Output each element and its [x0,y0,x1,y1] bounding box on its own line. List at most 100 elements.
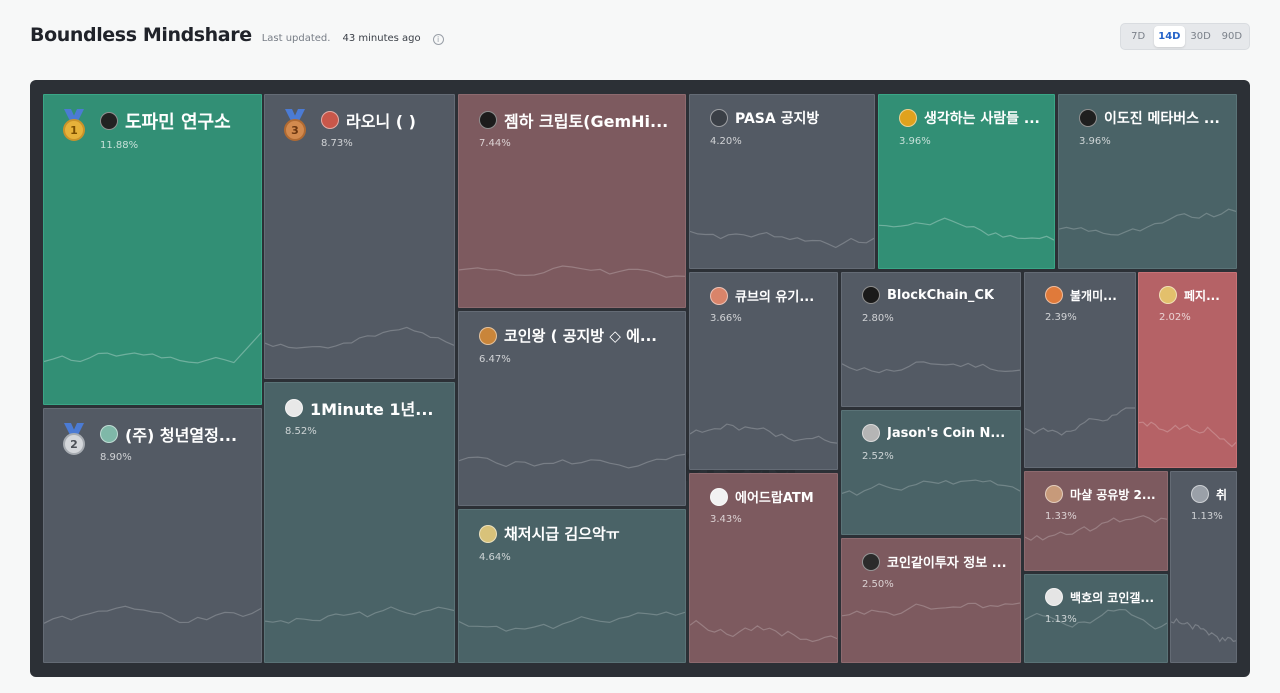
treemap-tile[interactable]: 불개미... 2.39% [1024,272,1136,468]
treemap-tile[interactable]: 큐브의 유기... 3.66% [689,272,838,470]
tile-header: 채저시급 김으악ㅠ [479,523,620,544]
sparkline-path [459,453,685,469]
sparkline-path [44,605,261,624]
tile-header: 페지... [1159,286,1220,304]
tile-mindshare-percent: 2.39% [1045,312,1077,323]
tile-sparkline [1025,407,1135,436]
tile-mindshare-percent: 6.47% [479,354,511,365]
tile-sparkline [879,217,1054,241]
info-icon[interactable]: i [432,34,444,45]
tile-mindshare-percent: 8.73% [321,138,353,149]
tile-header: 젬하 크립토(GemHi... [479,108,668,132]
tile-header: 1Minute 1년... [285,396,433,420]
range-30d-button[interactable]: 30D [1186,26,1216,47]
sparkline-path [1171,617,1236,643]
tile-sparkline [842,602,1020,617]
tile-name: 1Minute 1년... [310,400,434,419]
avatar [1079,109,1097,127]
avatar [710,286,728,305]
treemap-tile[interactable]: 젬하 크립토(GemHi... 7.44% [458,94,686,308]
treemap-tile[interactable]: 1 도파민 연구소 11.88% [43,94,262,405]
tile-header: 라오니 ( ) [321,108,416,132]
range-90d-button[interactable]: 90D [1217,26,1247,47]
avatar [321,111,339,129]
tile-name: (주) 청년열정... [125,426,238,445]
rank-medal-icon: 3 [283,109,307,141]
sparkline-path [842,602,1020,617]
sparkline-path [1025,515,1167,541]
tile-sparkline [1171,617,1236,643]
tile-sparkline [459,611,685,632]
tile-header: 이도진 메타버스 ... [1079,108,1220,128]
range-7d-button[interactable]: 7D [1123,26,1153,47]
tile-sparkline [265,606,454,624]
avatar [710,487,728,506]
avatar [1045,286,1063,304]
treemap-tile[interactable]: 1Minute 1년... 8.52% [264,382,455,663]
tile-mindshare-percent: 3.96% [1079,136,1111,147]
tile-name: 젬하 크립토(GemHi... [504,112,669,131]
sparkline-path [459,265,685,278]
tile-name: BlockChain_CK [887,287,995,303]
tile-mindshare-percent: 2.02% [1159,312,1191,323]
rank-medal-icon: 2 [62,423,86,455]
tile-sparkline [459,453,685,469]
avatar [100,112,118,130]
tile-mindshare-percent: 3.66% [710,313,742,324]
treemap-tile[interactable]: 생각하는 사람들 ... 3.96% [878,94,1055,269]
tile-name: PASA 공지방 [735,111,820,127]
tile-name: 페지... [1184,288,1220,303]
tile-mindshare-percent: 3.43% [710,514,742,525]
sparkline-path [265,326,454,349]
treemap-tile[interactable]: 채저시급 김으악ㅠ 4.64% [458,509,686,663]
treemap-tile[interactable]: 마샬 공유방 2... 1.33% [1024,471,1168,571]
treemap-tile[interactable]: 코인왕 ( 공지방 ◇ 에... 6.47% [458,311,686,506]
rank-medal-icon: 1 [62,109,86,141]
avatar [1159,286,1177,304]
treemap-tile[interactable]: 페지... 2.02% [1138,272,1237,468]
avatar [479,326,497,345]
time-range-selector: 7D 14D 30D 90D [1120,23,1250,50]
tile-mindshare-percent: 7.44% [479,138,511,149]
sparkline-path [459,611,685,632]
treemap-tile[interactable]: PASA 공지방 4.20% [689,94,875,269]
sparkline-path [1139,421,1236,448]
tile-name: 불개미... [1070,288,1117,303]
tile-name: 생각하는 사람들 ... [924,111,1040,127]
treemap-tile[interactable]: 2 (주) 청년열정... 8.90% [43,408,262,663]
tile-name: 에어드랍ATM [735,491,814,506]
sparkline-path [690,423,837,444]
treemap-tile[interactable]: 코인같이투자 정보 ... 2.50% [841,538,1021,663]
sparkline-path [44,332,261,364]
tile-sparkline [690,423,837,444]
treemap-tile[interactable]: BlockChain_CK 2.80% [841,272,1021,407]
tile-sparkline [690,619,837,643]
avatar [100,425,118,443]
tile-mindshare-percent: 11.88% [100,140,139,151]
tile-name: 큐브의 유기... [735,290,815,305]
tile-mindshare-percent: 1.13% [1191,511,1223,522]
tile-header: 코인왕 ( 공지방 ◇ 에... [479,325,657,346]
tile-mindshare-percent: 8.90% [100,452,132,463]
tile-name: 도파민 연구소 [125,112,231,133]
avatar [479,111,497,129]
tile-header: 큐브의 유기... [710,286,814,305]
page-header: Boundless Mindshare Last updated. 43 min… [30,24,444,46]
avatar [710,109,728,127]
last-updated-label: Last updated. [261,33,331,44]
sparkline-path [1025,608,1167,630]
avatar [1191,485,1209,503]
treemap-tile[interactable]: 백호의 코인갤... 1.13% [1024,574,1168,663]
sparkline-path [690,619,837,643]
treemap-tile[interactable]: 에어드랍ATM 3.43% [689,473,838,663]
tile-sparkline [842,361,1020,374]
tile-sparkline [1059,208,1236,236]
sparkline-path [879,217,1054,241]
tile-sparkline [1025,608,1167,630]
treemap-tile[interactable]: 취 1.13% [1170,471,1237,663]
treemap-tile[interactable]: Jason's Coin N... 2.52% [841,410,1021,535]
treemap-tile[interactable]: 이도진 메타버스 ... 3.96% [1058,94,1237,269]
range-14d-button[interactable]: 14D [1154,26,1185,47]
tile-sparkline [1025,515,1167,541]
treemap-tile[interactable]: 3 라오니 ( ) 8.73% [264,94,455,379]
